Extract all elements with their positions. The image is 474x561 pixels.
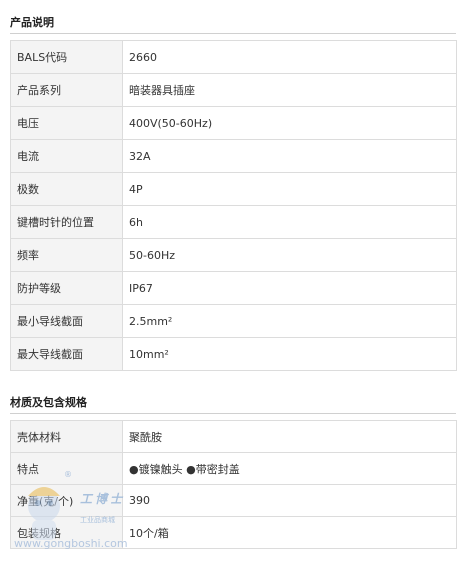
spec-label: 最小导线截面 xyxy=(10,304,123,338)
table-row: 最小导线截面 2.5mm² xyxy=(10,304,457,338)
table-row: 电压 400V(50-60Hz) xyxy=(10,106,457,140)
spec-value: 10mm² xyxy=(122,337,457,371)
table-row: 壳体材料 聚酰胺 xyxy=(10,420,457,453)
spec-label: 产品系列 xyxy=(10,73,123,107)
table-row: 极数 4P xyxy=(10,172,457,206)
watermark-brand: 工博士 xyxy=(80,492,126,506)
table-row: 电流 32A xyxy=(10,139,457,173)
spec-value: 32A xyxy=(122,139,457,173)
table-row: 产品系列 暗装器具插座 xyxy=(10,73,457,107)
table-row: 频率 50-60Hz xyxy=(10,238,457,272)
spec-value: 2.5mm² xyxy=(122,304,457,338)
spec-value: ●镀镍触头 ●带密封盖 xyxy=(122,452,457,485)
spec-label: 最大导线截面 xyxy=(10,337,123,371)
material-spec-table: 壳体材料 聚酰胺 特点 ●镀镍触头 ●带密封盖 净重(克/个) 390 包装规格 10个… xyxy=(10,420,457,549)
spec-value: 聚酰胺 xyxy=(122,420,457,453)
section-divider xyxy=(10,33,456,34)
spec-value: 400V(50-60Hz) xyxy=(122,106,457,140)
spec-label: 特点 xyxy=(10,452,123,485)
table-row: 最大导线截面 10mm² xyxy=(10,337,457,371)
watermark-registered-mark: ® xyxy=(64,470,72,479)
spec-label: 防护等级 xyxy=(10,271,123,305)
spec-value: 暗装器具插座 xyxy=(122,73,457,107)
section-divider xyxy=(10,413,456,414)
spec-value: 10个/箱 xyxy=(122,516,457,549)
table-row: BALS代码 2660 xyxy=(10,40,457,74)
spec-value: 50-60Hz xyxy=(122,238,457,272)
spec-label: 电流 xyxy=(10,139,123,173)
section-title-material-packaging: 材质及包含规格 xyxy=(10,396,87,409)
watermark-subtitle: 工业品商城 xyxy=(80,516,115,524)
table-row: 防护等级 IP67 xyxy=(10,271,457,305)
spec-label: 极数 xyxy=(10,172,123,206)
spec-label: BALS代码 xyxy=(10,40,123,74)
table-row: 净重(克/个) 390 xyxy=(10,484,457,517)
spec-value: 6h xyxy=(122,205,457,239)
spec-label: 电压 xyxy=(10,106,123,140)
spec-label: 键槽时针的位置 xyxy=(10,205,123,239)
section-title-product-description: 产品说明 xyxy=(10,16,54,29)
spec-label: 壳体材料 xyxy=(10,420,123,453)
spec-value: 2660 xyxy=(122,40,457,74)
product-spec-table: BALS代码 2660 产品系列 暗装器具插座 电压 400V(50-60Hz) 电流… xyxy=(10,40,457,371)
spec-value: 4P xyxy=(122,172,457,206)
spec-label: 频率 xyxy=(10,238,123,272)
table-row: 键槽时针的位置 6h xyxy=(10,205,457,239)
table-row: 特点 ●镀镍触头 ●带密封盖 xyxy=(10,452,457,485)
spec-value: 390 xyxy=(122,484,457,517)
watermark-url: www.gongboshi.com xyxy=(14,537,128,550)
spec-value: IP67 xyxy=(122,271,457,305)
